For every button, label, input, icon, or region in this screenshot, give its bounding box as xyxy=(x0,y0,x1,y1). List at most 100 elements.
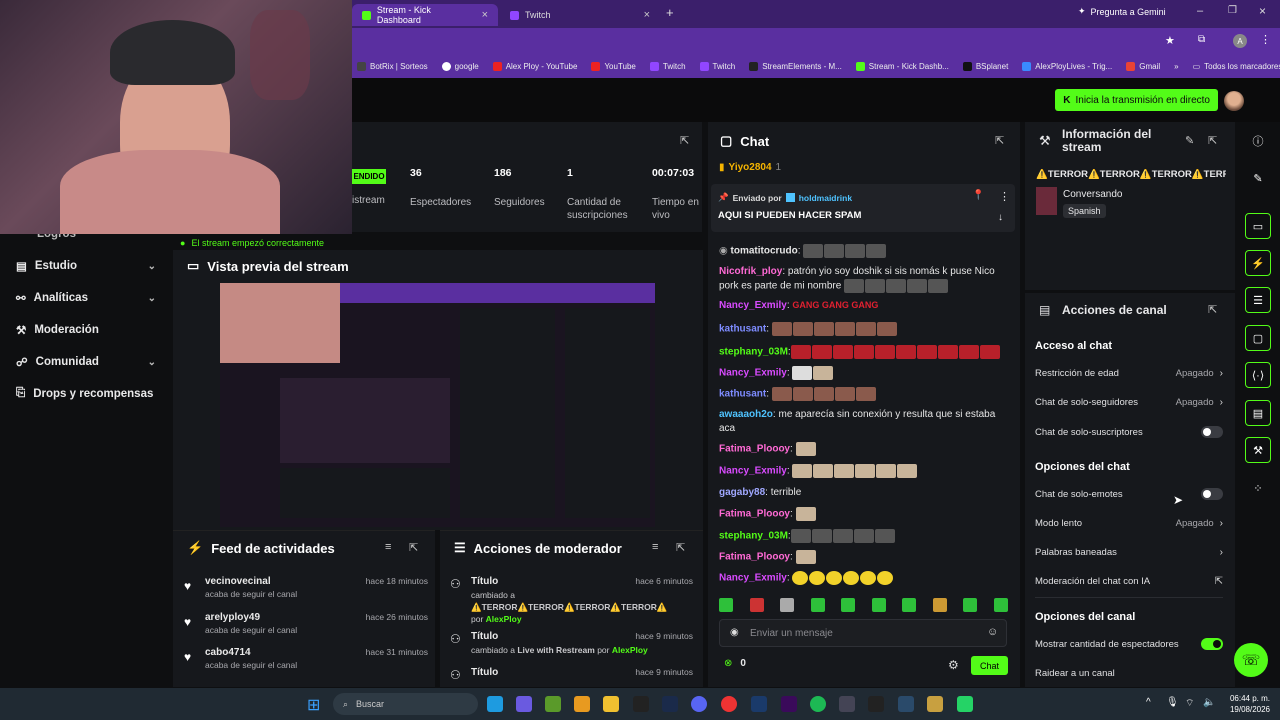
taskbar-search[interactable]: ⌕ Buscar xyxy=(333,693,478,715)
chat-username[interactable]: Fatima_Plooоу xyxy=(719,552,790,563)
quick-emote[interactable] xyxy=(749,598,764,612)
all-bookmarks-button[interactable]: ▭ Todos los marcadores xyxy=(1186,62,1280,71)
app-icon[interactable] xyxy=(839,696,855,712)
close-window-button[interactable]: × xyxy=(1259,4,1266,18)
bookmark-item[interactable]: Twitch xyxy=(643,61,693,71)
quick-emote[interactable] xyxy=(719,598,733,612)
edit-icon[interactable]: ✎ xyxy=(1245,165,1271,191)
quick-emote[interactable] xyxy=(932,598,947,612)
chat-username[interactable]: Nicofrik_ploy xyxy=(719,266,782,277)
filter-icon[interactable]: ≡ xyxy=(385,541,391,553)
spotify-icon[interactable] xyxy=(810,696,826,712)
bookmark-item[interactable]: Twitch xyxy=(693,61,743,71)
close-tab-icon[interactable]: × xyxy=(482,9,488,21)
emoji-icon[interactable]: ☺ xyxy=(987,626,998,638)
close-tab-icon[interactable]: × xyxy=(644,9,650,21)
chat-username[interactable]: Fatima_Plooоу xyxy=(719,444,790,455)
raid-row[interactable]: Raidear a un canal xyxy=(1035,668,1223,679)
expand-icon[interactable]: ⇱ xyxy=(1208,303,1217,316)
mic-icon[interactable]: 🎙 xyxy=(1166,697,1179,708)
banned-words-row[interactable]: Palabras baneadas › xyxy=(1035,547,1223,558)
ai-moderation-row[interactable]: Moderación del chat con IA ⇱ xyxy=(1035,576,1223,587)
bookmark-item[interactable]: BotRix | Sorteos xyxy=(350,61,435,71)
bookmark-item[interactable]: AlexPloyLives - Trig... xyxy=(1015,61,1119,71)
age-restriction-row[interactable]: Restricción de edad Apagado › xyxy=(1035,368,1223,379)
collapse-arrow-icon[interactable]: ↓ xyxy=(998,212,1003,223)
chat-username[interactable]: gagaby88 xyxy=(719,487,765,498)
kebab-icon[interactable]: ⋮ xyxy=(999,190,1010,203)
show-viewers-toggle[interactable] xyxy=(1201,638,1223,650)
wrench-icon[interactable]: ⚒ xyxy=(1245,437,1271,463)
slow-mode-row[interactable]: Modo lento Apagado › xyxy=(1035,518,1223,529)
quick-emote[interactable] xyxy=(780,598,795,612)
emotes-only-toggle[interactable] xyxy=(1201,488,1223,500)
maximize-button[interactable]: ❐ xyxy=(1228,5,1237,16)
steam-icon[interactable] xyxy=(662,696,678,712)
minecraft-icon[interactable] xyxy=(545,696,561,712)
apps-icon[interactable]: ⁘ xyxy=(1245,475,1271,501)
video-icon[interactable]: ▭ xyxy=(1245,213,1271,239)
app-icon[interactable] xyxy=(927,696,943,712)
bookmarks-more-button[interactable]: » xyxy=(1167,62,1185,71)
bookmark-item[interactable]: Stream - Kick Dashb... xyxy=(849,61,956,71)
gear-icon[interactable]: ⚙ xyxy=(948,658,959,672)
followers-only-row[interactable]: Chat de solo-seguidores Apagado › xyxy=(1035,397,1223,408)
bookmark-item[interactable]: Gmail xyxy=(1119,61,1167,71)
chat-username[interactable]: Nancy_Exmily xyxy=(719,300,787,311)
discord-icon[interactable] xyxy=(691,696,707,712)
gemini-button[interactable]: ✦ Pregunta a Gemini xyxy=(1078,6,1166,17)
edit-icon[interactable]: ✎ xyxy=(1185,134,1194,147)
chat-username[interactable]: Nancy_Exmily xyxy=(719,573,787,584)
sidebar-item-drops[interactable]: ⎘ Drops y recompensas xyxy=(16,387,176,400)
stream-preview-video[interactable] xyxy=(220,283,655,527)
new-tab-button[interactable]: + xyxy=(666,5,674,20)
volume-icon[interactable]: 🔈 xyxy=(1203,697,1215,708)
broadcast-icon[interactable]: ⟨·⟩ xyxy=(1245,362,1271,388)
send-chat-button[interactable]: Chat xyxy=(971,656,1008,675)
bookmark-item[interactable]: StreamElements - M... xyxy=(742,61,849,71)
expand-icon[interactable]: ⇱ xyxy=(409,541,418,554)
chat-username[interactable]: awaaaoh2o xyxy=(719,409,773,420)
chat-username[interactable]: Nancy_Exmily xyxy=(719,466,787,477)
quick-emote[interactable] xyxy=(810,598,825,612)
quick-emote[interactable] xyxy=(902,598,917,612)
tab-twitch[interactable]: Twitch × xyxy=(500,4,660,26)
edge-icon[interactable] xyxy=(487,696,503,712)
chat-bubble-icon[interactable]: ▢ xyxy=(1245,325,1271,351)
mod-user-link[interactable]: AlexPloy xyxy=(612,645,648,655)
whatsapp-icon[interactable] xyxy=(957,696,973,712)
bookmark-item[interactable]: Alex Ploy - YouTube xyxy=(486,61,585,71)
copilot-icon[interactable] xyxy=(516,696,532,712)
quick-emote[interactable] xyxy=(993,598,1008,612)
bookmark-item[interactable]: BSplanet xyxy=(956,61,1015,71)
sidebar-item-comunidad[interactable]: ☍ Comunidad ⌄ xyxy=(16,355,156,369)
lightning-icon[interactable]: ⚡ xyxy=(1245,250,1271,276)
sidebar-item-moderacion[interactable]: ⚒ Moderación xyxy=(16,323,156,337)
bookmark-item[interactable]: YouTube xyxy=(584,61,642,71)
chat-username[interactable]: stephany_03M xyxy=(719,347,788,358)
expand-icon[interactable]: ⇱ xyxy=(680,134,689,147)
subs-only-toggle[interactable] xyxy=(1201,426,1223,438)
mod-user-link[interactable]: AlexPloy xyxy=(486,614,522,624)
expand-icon[interactable]: ⇱ xyxy=(676,541,685,554)
tab-kick-dashboard[interactable]: Stream - Kick Dashboard × xyxy=(352,4,498,26)
menu-kebab-icon[interactable]: ⋮ xyxy=(1260,33,1271,46)
minimize-button[interactable]: – xyxy=(1197,5,1203,17)
user-avatar[interactable] xyxy=(1224,91,1244,111)
channel-points[interactable]: ⊗ 0 xyxy=(724,658,746,669)
quick-emote[interactable] xyxy=(841,598,856,612)
chat-username[interactable]: stephany_03M xyxy=(719,531,788,542)
go-live-button[interactable]: K Inicia la transmisión en directo xyxy=(1055,89,1218,111)
bookmark-item[interactable]: google xyxy=(435,61,486,71)
epic-games-icon[interactable] xyxy=(633,696,649,712)
app-icon[interactable] xyxy=(574,696,590,712)
info-icon[interactable]: ⓘ xyxy=(1245,128,1271,154)
tiktok-icon[interactable] xyxy=(868,696,884,712)
support-button[interactable]: ☏ xyxy=(1234,643,1268,677)
windows-start-icon[interactable]: ⊞ xyxy=(307,695,320,715)
tray-chevron-icon[interactable]: ^ xyxy=(1146,697,1151,708)
sidebar-item-estudio[interactable]: ▤ Estudio ⌄ xyxy=(16,259,156,273)
chat-input[interactable]: ◉ Enviar un mensaje ☺ xyxy=(719,619,1007,647)
steam-icon[interactable] xyxy=(898,696,914,712)
bookmark-star-icon[interactable]: ★ xyxy=(1165,34,1175,47)
